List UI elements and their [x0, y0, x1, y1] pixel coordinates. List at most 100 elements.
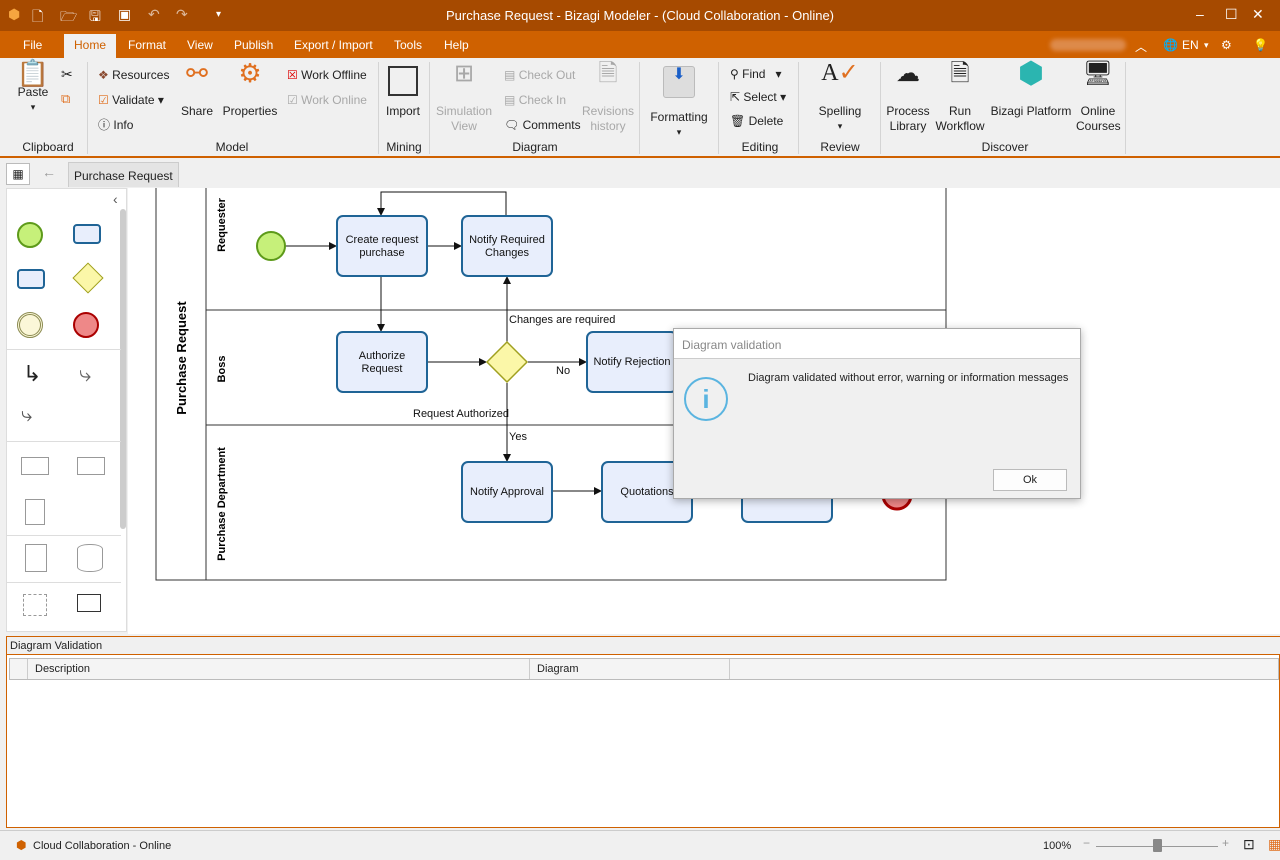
run-workflow-button[interactable]: 🗎 Run Workflow [934, 62, 986, 134]
import-label: Import [385, 104, 420, 118]
formatting-button[interactable]: ⬇ Formatting ▾ [648, 66, 710, 140]
courses-label-1: Online [1080, 104, 1116, 118]
select-button[interactable]: ⇱ Select ▾ [730, 90, 786, 105]
end-event-tool-icon[interactable] [73, 312, 99, 338]
minimize-button[interactable]: – [1196, 6, 1204, 22]
tab-purchase-request[interactable]: Purchase Request [68, 162, 179, 187]
spelling-label: Spelling [818, 104, 862, 118]
resources-label: Resources [112, 68, 170, 82]
check-in-button[interactable]: ▤ Check In [504, 93, 566, 108]
message-flow-tool-icon[interactable]: ⤷ [79, 361, 91, 387]
close-button[interactable]: ✕ [1252, 6, 1264, 23]
column-diagram[interactable]: Diagram [530, 659, 730, 679]
properties-button[interactable]: ⚙ Properties [222, 60, 278, 119]
validate-label: Validate [112, 93, 155, 107]
data-object-tool-icon[interactable] [25, 544, 47, 572]
work-offline-button[interactable]: ☒ Work Offline [287, 68, 367, 83]
copy-icon[interactable]: ⧉ [61, 91, 70, 107]
task-label: purchase [359, 247, 404, 259]
zoom-fit-icon[interactable]: ⊡ [1243, 836, 1255, 853]
spelling-button[interactable]: A✓ Spelling ▾ [812, 61, 868, 134]
find-button[interactable]: ⚲ Find ▾ [730, 67, 782, 82]
paste-button[interactable]: 📋 Paste ▾ [16, 58, 50, 115]
check-out-button[interactable]: ▤ Check Out [504, 68, 575, 83]
run-label-1: Run [948, 104, 971, 118]
menu-publish[interactable]: Publish [234, 38, 273, 52]
maximize-button[interactable]: ☐ [1225, 6, 1238, 23]
delete-button[interactable]: 🗑 Delete [730, 114, 783, 129]
menu-file[interactable]: File [23, 38, 42, 52]
settings-gear-icon[interactable]: ⚙ [1221, 38, 1232, 52]
comments-button[interactable]: 🗨 Comments [504, 118, 581, 133]
bizagi-platform-button[interactable]: ⬢ Bizagi Platform [990, 59, 1072, 119]
zoom-slider-thumb[interactable] [1152, 839, 1162, 852]
menu-tools[interactable]: Tools [394, 38, 422, 52]
document-tab-bar: ▦ ← Purchase Request [0, 160, 1280, 188]
process-library-button[interactable]: ☁ Process Library [886, 62, 930, 134]
menu-view[interactable]: View [187, 38, 213, 52]
collapse-ribbon-icon[interactable]: ︿ [1135, 38, 1147, 55]
cut-icon[interactable]: ✂ [61, 66, 73, 83]
data-store-tool-icon[interactable] [77, 544, 103, 572]
menu-format[interactable]: Format [128, 38, 166, 52]
dialog-message: Diagram validated without error, warning… [748, 372, 1069, 384]
task-tool-icon[interactable] [73, 224, 101, 244]
validate-button[interactable]: ☑ Validate ▾ [98, 93, 164, 108]
group-tool-icon[interactable] [23, 594, 47, 616]
work-online-button[interactable]: ☑ Work Online [287, 93, 367, 108]
task-notify-changes [461, 215, 553, 277]
platform-label: Bizagi Platform [990, 104, 1072, 118]
language-selector[interactable]: EN [1182, 38, 1199, 52]
select-label: Select [743, 90, 777, 104]
exclusive-gateway[interactable] [485, 340, 529, 384]
import-button[interactable]: Import [385, 66, 421, 119]
subprocess-tool-icon[interactable] [17, 269, 45, 289]
diagram-tree-icon[interactable]: ▦ [6, 163, 30, 185]
diagram-validation-panel: Diagram Validation Description Diagram [6, 636, 1280, 828]
sequence-flow-tool-icon[interactable]: ↳ [23, 361, 41, 387]
association-tool-icon[interactable]: ⤷ [21, 404, 32, 427]
intermediate-event-tool-icon[interactable] [17, 312, 43, 338]
find-label: Find [742, 67, 766, 81]
menu-bar: File Home Format View Publish Export / I… [0, 31, 1280, 58]
ok-button[interactable]: Ok [993, 469, 1067, 491]
revisions-history-button[interactable]: 🗎 Revisions history [582, 62, 634, 134]
collapse-palette-icon[interactable]: ‹ [113, 191, 118, 207]
palette-scrollbar[interactable] [120, 209, 126, 529]
task-label: Quotations [620, 486, 674, 498]
lane-tool-icon[interactable] [77, 457, 105, 475]
start-event[interactable] [256, 231, 286, 261]
flow-label-yes: Yes [509, 431, 527, 443]
back-arrow-icon[interactable]: ← [42, 164, 56, 180]
resources-button[interactable]: ❖ Resources [98, 68, 169, 83]
lightbulb-icon[interactable]: 💡 [1253, 38, 1268, 52]
comment-tool-icon[interactable] [77, 594, 101, 612]
start-event-tool-icon[interactable] [17, 222, 43, 248]
menu-export-import[interactable]: Export / Import [294, 38, 373, 52]
clipboard-icon: 📋 [16, 58, 50, 88]
group-diagram: Diagram [512, 140, 558, 154]
pool-tool-icon[interactable] [21, 457, 49, 475]
annotation-tool-icon[interactable] [25, 499, 45, 525]
menu-home[interactable]: Home [64, 34, 117, 58]
window-title: Purchase Request - Bizagi Modeler - (Clo… [445, 8, 834, 23]
sequence-flows[interactable] [285, 191, 602, 495]
column-description[interactable]: Description [28, 659, 530, 679]
title-bar: ⬢ 🗋 🗁 🖫 ▣ ↶ ↷ ▾ Purchase Request - Bizag… [0, 0, 1280, 31]
zoom-out-button[interactable]: − [1083, 836, 1090, 850]
overview-icon[interactable]: ▦ [1268, 836, 1280, 853]
chevron-down-icon[interactable]: ▾ [1204, 40, 1209, 51]
menu-help[interactable]: Help [444, 38, 469, 52]
user-name-blurred[interactable] [1050, 39, 1126, 51]
online-courses-button[interactable]: 🖥 Online Courses [1076, 62, 1121, 134]
task-label: Create request [346, 234, 419, 246]
zoom-in-button[interactable]: + [1222, 836, 1229, 850]
validate-check-icon: ☑ [98, 93, 109, 107]
gateway-tool-icon[interactable] [72, 262, 104, 294]
shape-palette: ‹ ↳ ⤷ ⤷ [6, 188, 127, 632]
simulation-view-button[interactable]: ⊞ Simulation View [434, 62, 494, 134]
globe-icon[interactable]: 🌐 [1163, 38, 1178, 52]
info-button[interactable]: ⓘ Info [98, 118, 133, 133]
task-label: Notify Required [469, 234, 545, 246]
share-button[interactable]: ⚯ Share [181, 60, 213, 119]
